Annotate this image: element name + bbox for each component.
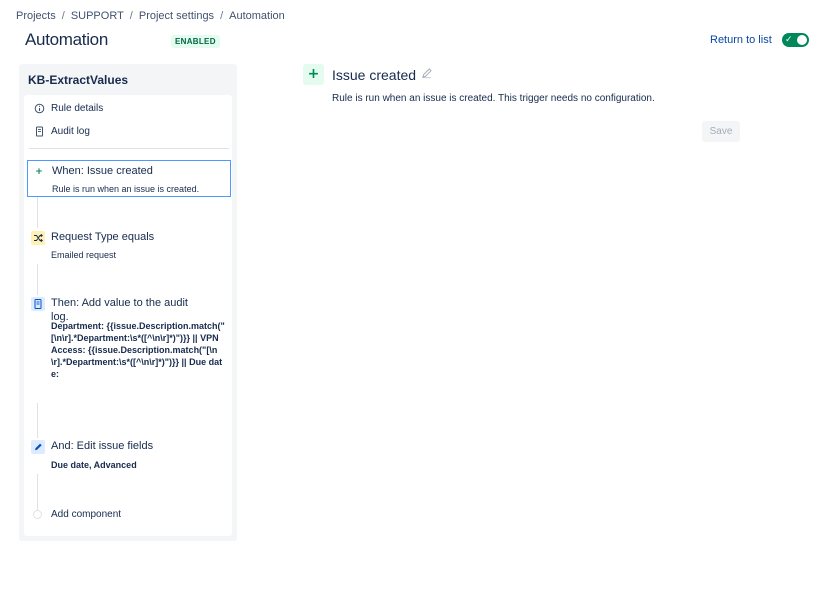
component-title: Issue created (332, 67, 417, 83)
rule-details-item[interactable]: Rule details (24, 99, 232, 121)
edit-issue-action-component[interactable]: And: Edit issue fields Due date, Advance… (27, 438, 229, 474)
audit-log-label: Audit log (51, 126, 90, 137)
trigger-title: When: Issue created (52, 165, 153, 177)
component-description: Rule is run when an issue is created. Th… (332, 93, 655, 104)
breadcrumb-separator: / (220, 10, 224, 22)
rule-enabled-toggle[interactable]: ✓ (782, 33, 809, 47)
breadcrumb-projects[interactable]: Projects (16, 10, 56, 22)
edit-pencil-icon[interactable] (421, 67, 433, 82)
audit-log-item[interactable]: Audit log (24, 122, 232, 144)
shuffle-icon (31, 231, 45, 245)
page-title: Automation (25, 30, 108, 49)
document-icon (34, 126, 45, 137)
trigger-component[interactable]: + When: Issue created Rule is run when a… (27, 160, 231, 197)
condition-subtitle: Emailed request (51, 250, 117, 260)
status-badge: ENABLED (171, 35, 220, 48)
divider (29, 148, 229, 149)
plus-icon: + (32, 165, 46, 179)
breadcrumb-project-settings[interactable]: Project settings (139, 10, 214, 22)
rule-name: KB-ExtractValues (28, 73, 129, 87)
toggle-knob (797, 35, 807, 45)
add-component-dot-icon (33, 510, 42, 519)
condition-title: Request Type equals (51, 231, 155, 243)
save-button[interactable]: Save (702, 121, 740, 142)
condition-component[interactable]: Request Type equals Emailed request (27, 228, 229, 264)
document-icon (31, 297, 45, 311)
breadcrumb-automation[interactable]: Automation (229, 10, 285, 22)
audit-log-action-component[interactable]: Then: Add value to the audit log. Depart… (27, 295, 229, 403)
breadcrumb-separator: / (129, 10, 133, 22)
add-component-label: Add component (51, 509, 122, 520)
plus-icon: + (303, 64, 324, 85)
breadcrumb: Projects / SUPPORT / Project settings / … (16, 10, 285, 22)
edit-action-title: And: Edit issue fields (51, 440, 154, 452)
pencil-icon (31, 440, 45, 454)
return-to-list-link[interactable]: Return to list (710, 34, 772, 46)
breadcrumb-support[interactable]: SUPPORT (71, 10, 124, 22)
add-component-button[interactable]: Add component (27, 506, 207, 524)
audit-action-body: Department: {{issue.Description.match("[… (51, 321, 225, 379)
breadcrumb-separator: / (61, 10, 65, 22)
edit-action-subtitle: Due date, Advanced (51, 460, 137, 470)
check-icon: ✓ (785, 35, 793, 45)
rule-details-label: Rule details (51, 103, 104, 114)
trigger-subtitle: Rule is run when an issue is created. (52, 184, 200, 194)
info-icon (34, 103, 45, 114)
